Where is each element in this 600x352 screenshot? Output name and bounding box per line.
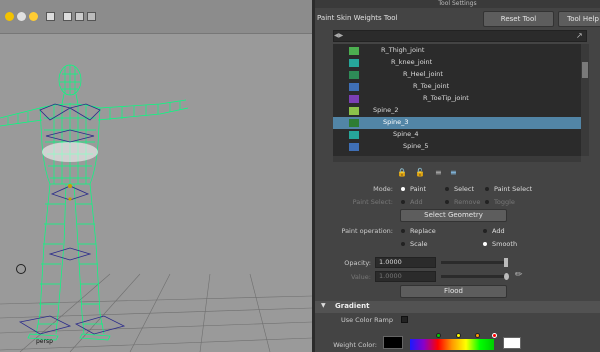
value-slider[interactable] bbox=[441, 273, 509, 280]
3d-viewport[interactable]: persp bbox=[0, 0, 312, 352]
paint-select-add-radio[interactable]: Add bbox=[401, 198, 423, 206]
mode-paint-radio[interactable]: Paint bbox=[401, 185, 426, 193]
opacity-field[interactable]: 1.0000 bbox=[375, 257, 436, 268]
ramp-marker[interactable] bbox=[475, 333, 480, 338]
joint-label: R_knee_joint bbox=[391, 58, 433, 66]
influence-list-scrollbar[interactable] bbox=[581, 44, 589, 156]
joint-label: R_Toe_joint bbox=[413, 82, 450, 90]
paint-select-remove-radio[interactable]: Remove bbox=[445, 198, 480, 206]
cube-icon[interactable] bbox=[63, 12, 72, 21]
paint-op-smooth-radio[interactable]: Smooth bbox=[483, 240, 517, 248]
weight-color-swatch[interactable] bbox=[383, 336, 403, 349]
list-item[interactable]: Spine_5 bbox=[333, 141, 581, 153]
gradient-section-header[interactable]: ▼ Gradient bbox=[315, 301, 600, 313]
skinned-character-mesh[interactable] bbox=[0, 34, 312, 352]
ramp-marker[interactable] bbox=[436, 333, 441, 338]
shading-icon[interactable] bbox=[17, 12, 26, 21]
pin-icon[interactable]: ↗ bbox=[576, 31, 586, 41]
paint-op-scale-radio[interactable]: Scale bbox=[401, 240, 428, 248]
ramp-color-swatch[interactable] bbox=[503, 337, 521, 349]
list-item[interactable]: R_ToeTip_joint bbox=[333, 93, 581, 105]
tool-settings-panel: Tool Settings Paint Skin Weights Tool Re… bbox=[315, 0, 600, 352]
ramp-marker[interactable] bbox=[456, 333, 461, 338]
unlock-icon[interactable]: 🔓 bbox=[415, 168, 425, 177]
opacity-label: Opacity: bbox=[344, 259, 371, 267]
list-item[interactable]: R_Thigh_joint bbox=[333, 45, 581, 57]
lock-icon[interactable]: 🔒 bbox=[397, 168, 407, 177]
joint-label: Spine_5 bbox=[403, 142, 429, 150]
joint-color-swatch bbox=[349, 131, 359, 139]
paint-op-add-radio[interactable]: Add bbox=[483, 227, 505, 235]
influence-filter-field[interactable] bbox=[333, 30, 587, 42]
value-label: Value: bbox=[350, 273, 371, 281]
list-item-selected[interactable]: Spine_3 bbox=[333, 117, 581, 129]
list-item[interactable]: Spine_4 bbox=[333, 129, 581, 141]
joint-label: R_ToeTip_joint bbox=[423, 94, 469, 102]
influence-list-hscrollbar[interactable] bbox=[333, 156, 581, 162]
mode-paint-select-radio[interactable]: Paint Select bbox=[485, 185, 532, 193]
paint-operation-label: Paint operation: bbox=[341, 227, 393, 235]
joint-label: R_Thigh_joint bbox=[381, 46, 425, 54]
joint-label: Spine_2 bbox=[373, 106, 399, 114]
flood-button[interactable]: Flood bbox=[400, 285, 507, 298]
list-item[interactable]: Spine_2 bbox=[333, 105, 581, 117]
axis-gizmo bbox=[16, 264, 26, 274]
isolate-icon[interactable] bbox=[75, 12, 84, 21]
joint-color-swatch bbox=[349, 71, 359, 79]
filter-menu-icon[interactable]: ◀▶ bbox=[334, 32, 343, 39]
list-item[interactable]: R_Toe_joint bbox=[333, 81, 581, 93]
use-color-ramp-label: Use Color Ramp bbox=[340, 316, 393, 324]
color-ramp[interactable] bbox=[410, 339, 494, 350]
reset-tool-button[interactable]: Reset Tool bbox=[483, 11, 554, 27]
joint-color-swatch bbox=[349, 119, 359, 127]
joint-color-swatch bbox=[349, 47, 359, 55]
value-field[interactable]: 1.0000 bbox=[375, 271, 436, 282]
flat-list-icon[interactable]: ≡ bbox=[450, 168, 459, 177]
camera-icon[interactable] bbox=[46, 12, 55, 21]
influence-list[interactable]: R_Thigh_joint R_knee_joint R_Heel_joint … bbox=[333, 44, 581, 156]
share-icon[interactable] bbox=[87, 12, 96, 21]
joint-label: Spine_3 bbox=[383, 118, 409, 126]
joint-label: R_Heel_joint bbox=[403, 70, 443, 78]
joint-color-swatch bbox=[349, 59, 359, 67]
joint-color-swatch bbox=[349, 83, 359, 91]
sun-icon[interactable] bbox=[29, 12, 38, 21]
select-geometry-button[interactable]: Select Geometry bbox=[400, 209, 507, 222]
paint-select-toggle-radio[interactable]: Toggle bbox=[485, 198, 515, 206]
mode-select-radio[interactable]: Select bbox=[445, 185, 474, 193]
joint-color-swatch bbox=[349, 143, 359, 151]
weight-color-label: Weight Color: bbox=[333, 341, 377, 349]
list-item[interactable]: R_knee_joint bbox=[333, 57, 581, 69]
collapse-arrow-icon: ▼ bbox=[321, 302, 326, 309]
mode-label: Mode: bbox=[373, 185, 393, 193]
sort-list-icon[interactable]: ≡ bbox=[435, 168, 444, 177]
paint-select-label: Paint Select: bbox=[352, 198, 393, 206]
light-icon[interactable] bbox=[5, 12, 14, 21]
joint-label: Spine_4 bbox=[393, 130, 419, 138]
opacity-slider[interactable] bbox=[441, 258, 508, 267]
use-color-ramp-checkbox[interactable] bbox=[401, 316, 408, 323]
eyedropper-icon[interactable]: ✏ bbox=[515, 270, 523, 280]
viewport-toolbar bbox=[0, 0, 312, 34]
camera-label: persp bbox=[36, 338, 53, 345]
ramp-marker-selected[interactable] bbox=[492, 333, 497, 338]
paint-op-replace-radio[interactable]: Replace bbox=[401, 227, 436, 235]
panel-title: Tool Settings bbox=[315, 0, 600, 8]
tool-name: Paint Skin Weights Tool bbox=[317, 14, 398, 22]
tool-help-button[interactable]: Tool Help bbox=[558, 11, 600, 27]
list-item[interactable]: R_Heel_joint bbox=[333, 69, 581, 81]
joint-color-swatch bbox=[349, 107, 359, 115]
joint-color-swatch bbox=[349, 95, 359, 103]
